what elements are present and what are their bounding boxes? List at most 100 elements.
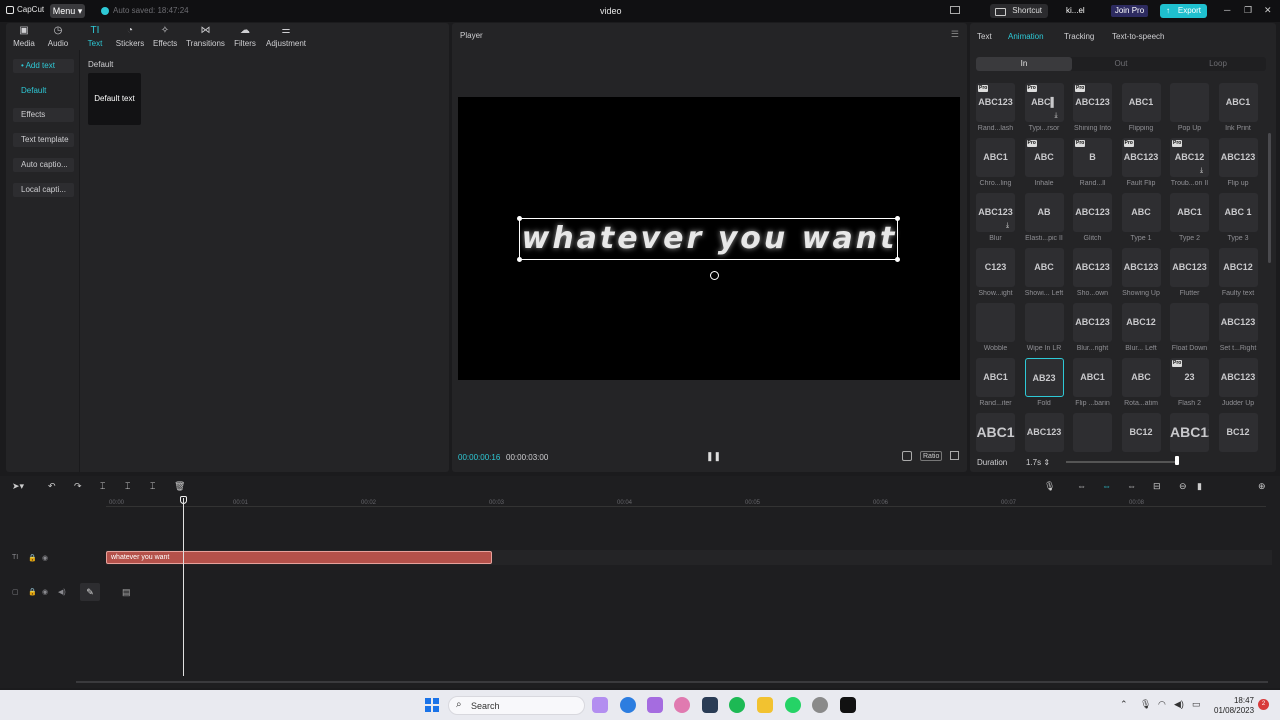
subtab-loop[interactable]: Loop bbox=[1170, 57, 1266, 71]
delete-icon[interactable]: 🗑 bbox=[174, 481, 185, 492]
animation-thumbnail[interactable]: ABC1 bbox=[976, 358, 1015, 397]
playhead[interactable] bbox=[183, 498, 184, 676]
animation-option[interactable]: ABC1 bbox=[976, 413, 1015, 452]
animation-option[interactable]: ABC1 Ink Print bbox=[1218, 83, 1258, 132]
download-icon[interactable]: ⤓ bbox=[1200, 167, 1207, 185]
steam-icon[interactable] bbox=[702, 697, 718, 713]
animation-option[interactable]: ABC123 Glitch bbox=[1073, 193, 1112, 242]
preview-canvas[interactable]: whatever you want bbox=[458, 97, 960, 380]
animation-thumbnail[interactable]: ABC12 bbox=[1121, 303, 1161, 342]
animation-thumbnail[interactable]: AB23 bbox=[1024, 358, 1064, 397]
fullscreen-icon[interactable] bbox=[950, 451, 959, 460]
animation-option[interactable]: 23 Pro Flash 2 bbox=[1170, 358, 1209, 407]
menu-button[interactable]: Menu ▾ bbox=[50, 4, 85, 18]
capcut-taskbar-icon[interactable] bbox=[840, 697, 856, 713]
animation-option[interactable] bbox=[1073, 413, 1112, 452]
zoom-out-icon[interactable]: ⊖ bbox=[1179, 481, 1187, 492]
rotate-icon[interactable] bbox=[710, 271, 719, 280]
ratio-button[interactable]: Ratio bbox=[920, 451, 943, 461]
animation-thumbnail[interactable]: ABC1 bbox=[976, 413, 1015, 452]
sidebar-item-local-captions[interactable]: Local capti... bbox=[13, 183, 74, 197]
animation-option[interactable]: ABC123 Flip up bbox=[1218, 138, 1258, 187]
animation-option[interactable]: ABC12 Blur... Left bbox=[1121, 303, 1161, 352]
animation-option[interactable]: Wobble bbox=[976, 303, 1015, 352]
file-explorer-icon[interactable] bbox=[757, 697, 773, 713]
animation-thumbnail[interactable]: ABC123 bbox=[1073, 193, 1112, 232]
animation-option[interactable]: ABC123 bbox=[1170, 413, 1209, 452]
microphone-icon[interactable]: 🎙 bbox=[1044, 481, 1055, 492]
animation-option[interactable]: ABC Pro Inhale bbox=[1024, 138, 1064, 187]
select-tool-icon[interactable]: ➤▾ bbox=[12, 481, 24, 492]
discord-icon[interactable] bbox=[592, 697, 608, 713]
default-text-card[interactable]: Default text bbox=[88, 73, 141, 125]
resize-handle[interactable] bbox=[895, 257, 900, 262]
animation-thumbnail[interactable]: C123 bbox=[976, 248, 1015, 287]
animation-option[interactable]: ABC123 Sho...own bbox=[1073, 248, 1112, 297]
animation-thumbnail[interactable] bbox=[976, 303, 1015, 342]
animation-option[interactable]: ABC123 bbox=[1024, 413, 1064, 452]
animation-option[interactable]: AB23 Fold bbox=[1024, 358, 1064, 407]
volume-icon[interactable]: ◀) bbox=[1174, 699, 1184, 710]
sidebar-item-add-text[interactable]: • Add text bbox=[13, 59, 74, 73]
animation-option[interactable]: B Pro Rand...ll bbox=[1073, 138, 1112, 187]
subtab-out[interactable]: Out bbox=[1073, 57, 1169, 71]
scrollbar[interactable] bbox=[1268, 133, 1271, 263]
cover-edit-icon[interactable]: ✎ bbox=[80, 583, 100, 601]
split-icon[interactable]: ⌶ bbox=[100, 481, 105, 492]
animation-option[interactable]: ABC12 Faulty text bbox=[1218, 248, 1258, 297]
animation-option[interactable]: Float Down bbox=[1170, 303, 1209, 352]
animation-thumbnail[interactable]: ABC12 bbox=[1218, 248, 1258, 287]
animation-option[interactable]: ABC Type 1 bbox=[1121, 193, 1161, 242]
layout-icon[interactable] bbox=[950, 6, 960, 14]
tab-tracking[interactable]: Tracking bbox=[1064, 32, 1094, 41]
duration-slider-knob[interactable] bbox=[1175, 456, 1179, 465]
sidebar-item-default[interactable]: Default bbox=[13, 84, 74, 98]
download-icon[interactable]: ⤓ bbox=[1055, 112, 1062, 130]
undo-icon[interactable]: ↶ bbox=[48, 481, 56, 492]
animation-option[interactable]: ABC1 Flip ...barin bbox=[1073, 358, 1112, 407]
zoom-in-icon[interactable]: ⊕ bbox=[1258, 481, 1266, 492]
redo-icon[interactable]: ↷ bbox=[74, 481, 82, 492]
film-icon[interactable]: ▤ bbox=[122, 587, 131, 598]
speaker-icon[interactable]: ◀) bbox=[58, 588, 66, 596]
animation-thumbnail[interactable]: ABC1 bbox=[1073, 358, 1112, 397]
chain-icon[interactable]: ⇔ bbox=[1127, 481, 1136, 491]
animation-thumbnail[interactable]: ABC bbox=[1121, 193, 1161, 232]
resize-handle[interactable] bbox=[517, 257, 522, 262]
animation-option[interactable]: ABC123 Judder Up bbox=[1218, 358, 1258, 407]
animation-option[interactable]: BC12 bbox=[1121, 413, 1161, 452]
overlay-text[interactable]: whatever you want bbox=[520, 219, 899, 259]
text-selection-box[interactable]: whatever you want bbox=[517, 216, 900, 262]
subtab-in[interactable]: In bbox=[976, 57, 1072, 71]
tool-adjustment[interactable]: ⚌ Adjustment bbox=[265, 25, 307, 49]
spotify-icon[interactable] bbox=[729, 697, 745, 713]
chevron-up-icon[interactable]: ⌃ bbox=[1120, 699, 1128, 710]
animation-option[interactable]: ABC12 Pro ⤓ Troub...on II bbox=[1170, 138, 1209, 187]
lock-icon[interactable]: 🔒 bbox=[28, 588, 37, 596]
animation-thumbnail[interactable]: ABC1 bbox=[1170, 193, 1209, 232]
eye-icon[interactable]: ◉ bbox=[42, 588, 48, 596]
download-icon[interactable]: ⤓ bbox=[1006, 222, 1013, 240]
eye-icon[interactable]: ◉ bbox=[42, 554, 48, 562]
notification-badge[interactable]: 2 bbox=[1258, 699, 1269, 710]
zoom-slider-icon[interactable]: ▮ bbox=[1197, 481, 1202, 492]
animation-option[interactable]: ABC123 Flutter bbox=[1170, 248, 1209, 297]
animation-thumbnail[interactable] bbox=[1170, 83, 1209, 122]
split-left-icon[interactable]: ⌶ bbox=[125, 481, 130, 492]
animation-option[interactable]: ABC123 Blur...right bbox=[1073, 303, 1112, 352]
lock-icon[interactable]: 🔒 bbox=[28, 554, 37, 562]
animation-option[interactable]: BC12 bbox=[1218, 413, 1258, 452]
pause-icon[interactable]: ❚❚ bbox=[706, 451, 721, 462]
animation-thumbnail[interactable]: ABC123 bbox=[1170, 248, 1209, 287]
tool-stickers[interactable]: ◔ Stickers bbox=[115, 25, 145, 49]
tool-text[interactable]: TI Text bbox=[86, 25, 104, 49]
resize-handle[interactable] bbox=[517, 216, 522, 221]
animation-thumbnail[interactable]: ABC123 bbox=[1218, 303, 1258, 342]
animation-option[interactable]: Wipe In LR bbox=[1024, 303, 1064, 352]
animation-thumbnail[interactable]: BC12 bbox=[1218, 413, 1258, 452]
animation-option[interactable]: ABC1 Rand...iter bbox=[976, 358, 1015, 407]
user-name[interactable]: ki...el bbox=[1066, 6, 1085, 15]
animation-option[interactable]: ABC Showi... Left bbox=[1024, 248, 1064, 297]
animation-option[interactable]: ABC1 Chro...ling bbox=[976, 138, 1015, 187]
duration-slider[interactable] bbox=[1066, 461, 1178, 463]
